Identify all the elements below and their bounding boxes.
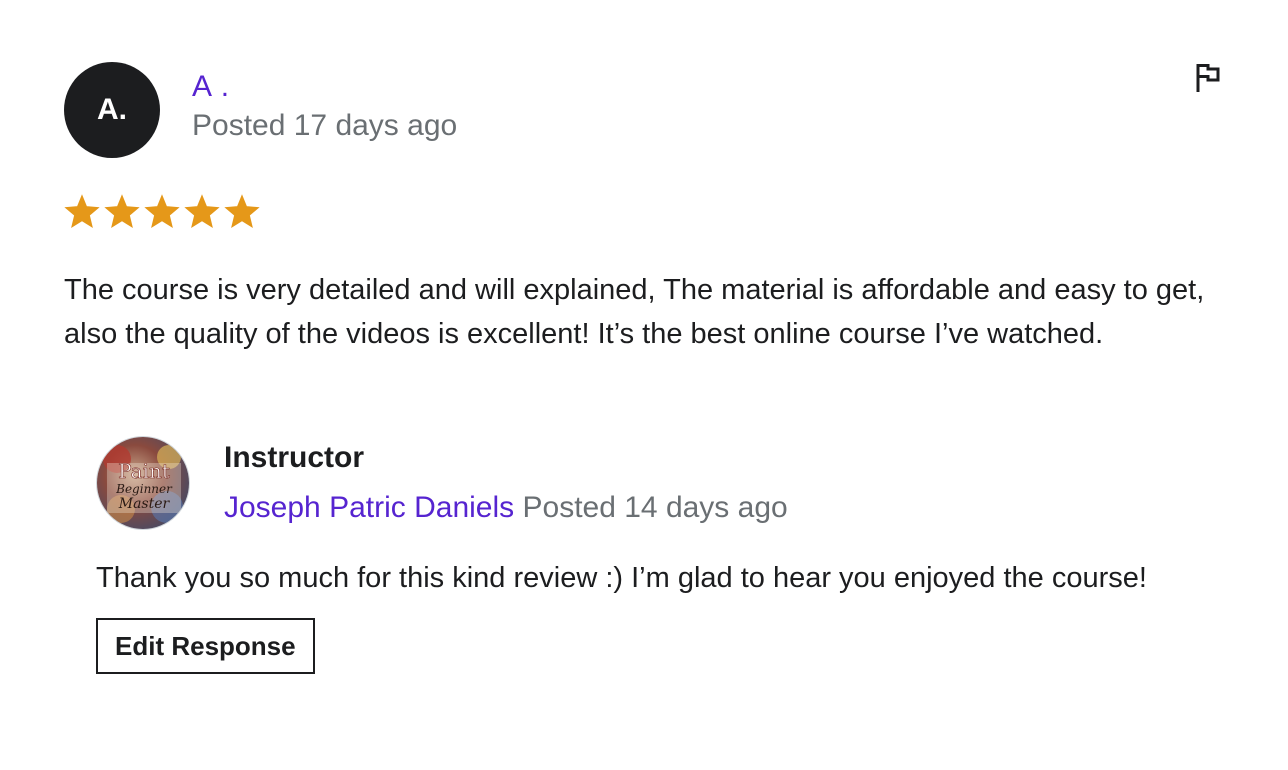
instructor-info: Instructor Joseph Patric Daniels Posted … [224, 438, 788, 528]
instructor-response: Paint Beginner Master Instructor Joseph … [96, 436, 1206, 674]
svg-text:Paint: Paint [118, 459, 170, 483]
instructor-avatar[interactable]: Paint Beginner Master [96, 436, 190, 530]
instructor-name-link[interactable]: Joseph Patric Daniels [224, 491, 514, 524]
svg-text:Beginner: Beginner [115, 482, 173, 496]
star-icon [64, 194, 100, 228]
response-text: Thank you so much for this kind review :… [96, 562, 1147, 594]
review-header: A. A . Posted 17 days ago [64, 62, 1224, 158]
star-icon [144, 194, 180, 228]
star-icon [184, 194, 220, 228]
response-posted-date: Posted 14 days ago [522, 491, 788, 524]
star-rating [64, 192, 1224, 232]
review-card: A. A . Posted 17 days ago The course is … [64, 62, 1224, 356]
reviewer-info: A . Posted 17 days ago [192, 70, 458, 146]
review-posted-date: Posted 17 days ago [192, 109, 458, 142]
response-header: Paint Beginner Master Instructor Joseph … [96, 436, 1206, 530]
instructor-avatar-image: Paint Beginner Master [97, 437, 189, 529]
reviewer-name-link[interactable]: A . [192, 68, 457, 106]
svg-text:Master: Master [118, 496, 171, 512]
review-text: The course is very detailed and will exp… [64, 274, 1205, 350]
report-flag-button[interactable] [1192, 62, 1224, 94]
edit-response-button[interactable]: Edit Response [96, 618, 315, 674]
star-icon [104, 194, 140, 228]
reviewer-avatar: A. [64, 62, 160, 158]
instructor-role-label: Instructor [224, 441, 365, 474]
flag-icon [1196, 64, 1220, 92]
response-meta: Joseph Patric Daniels Posted 14 days ago [224, 488, 788, 528]
reviewer-avatar-initials: A. [97, 93, 127, 126]
star-icon [224, 194, 260, 228]
